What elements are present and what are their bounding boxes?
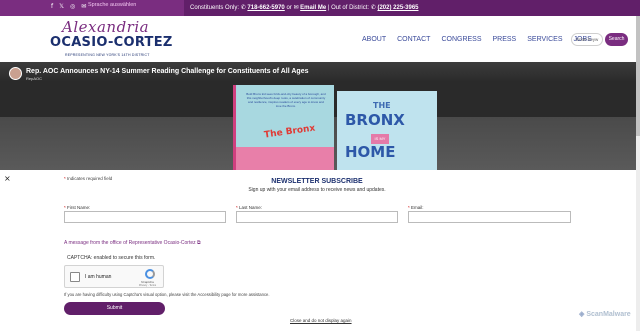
logo-tagline: REPRESENTING NEW YORK'S 14TH DISTRICT [65,53,150,57]
last-name-label-text: Last Name: [239,205,263,210]
search-input[interactable]: Enter keyw [571,33,603,46]
required-star: * [408,205,410,210]
video-channel-name[interactable]: RepAOC [26,76,42,81]
nav-services[interactable]: SERVICES [527,35,562,44]
language-selector[interactable]: Sprache auswählen [88,2,136,8]
first-name-field[interactable] [64,211,226,223]
watermark-text: ScanMalware [586,311,631,318]
email-label: * Email: [408,205,424,210]
nav-press[interactable]: PRESS [493,35,517,44]
hcaptcha-logo-icon [145,269,155,279]
scrollbar-thumb[interactable] [636,16,640,136]
book-cover-bronx-is-my-home: THE BRONX IS MY HOME [337,91,437,170]
logo-name[interactable]: OCASIO-CORTEZ [50,36,173,50]
logo-script-name[interactable]: Alexandria [62,19,149,35]
mail-icon: ✉ [293,4,299,11]
instagram-icon[interactable]: ◎ [70,3,75,11]
last-name-field[interactable] [236,211,398,223]
x-icon[interactable]: 𝕏 [59,3,64,11]
phone-icon: ✆ [370,4,376,11]
video-player[interactable]: Rep. AOC Announces NY-14 Summer Reading … [0,62,636,170]
top-utility-bar: f 𝕏 ◎ ✉ Sprache auswählen Constituents O… [0,0,640,16]
newsletter-modal: × * Indicates required field NEWSLETTER … [0,170,640,331]
social-links: f 𝕏 ◎ ✉ [51,3,86,11]
scanmalware-watermark: ◈ ScanMalware [579,310,631,319]
accessibility-note: If you are having difficulty using Captc… [64,292,270,297]
required-star: * [236,205,238,210]
out-of-district-label: | Out of District: [327,5,370,11]
channel-avatar[interactable] [9,67,22,80]
nav-about[interactable]: ABOUT [362,35,386,44]
search-button[interactable]: Search [605,33,628,46]
captcha-note: CAPTCHA: enabled to secure this form. [67,255,156,261]
email-me-link[interactable]: Email Me [300,5,326,11]
video-title[interactable]: Rep. AOC Announces NY-14 Summer Reading … [26,67,309,76]
captcha-checkbox[interactable] [70,272,80,282]
or-text: or [286,5,292,11]
last-name-label: * Last Name: [236,205,262,210]
book-title-bronx: BRONX [345,111,405,129]
captcha-widget: I am human hCaptcha Privacy - Terms [64,265,164,288]
book-cover-skyline [236,147,334,170]
contact-info: Constituents Only: ✆ 718-662-5970 or ✉ E… [190,4,419,12]
book-cover-title: The Bronx [263,123,316,141]
office-message-link[interactable]: A message from the office of Representat… [64,240,201,246]
book-cover-blurb: Bold Bronx kid sees brick-and-city beaut… [246,92,326,108]
nav-congress[interactable]: CONGRESS [441,35,481,44]
book-cover-the-bronx: Bold Bronx kid sees brick-and-city beaut… [233,85,334,170]
phone-icon: ✆ [240,4,246,11]
book-title-home: HOME [345,143,396,161]
facebook-icon[interactable]: f [51,3,53,11]
external-link-icon: ⧉ [197,240,201,246]
newsletter-subtitle: Sign up with your email address to recei… [248,187,386,193]
site-header: Alexandria OCASIO-CORTEZ REPRESENTING NE… [0,16,636,62]
newsletter-title: NEWSLETTER SUBSCRIBE [271,178,363,185]
nav-contact[interactable]: CONTACT [397,35,430,44]
email-icon[interactable]: ✉ [81,3,86,11]
email-label-text: Email: [411,205,424,210]
office-message-text[interactable]: A message from the office of Representat… [64,240,196,246]
close-do-not-display-link[interactable]: Close and do not display again [290,318,352,323]
constituents-phone-link[interactable]: 718-662-5970 [247,5,284,11]
email-field[interactable] [408,211,571,223]
constituents-label: Constituents Only: [190,5,240,11]
shield-icon: ◈ [579,311,585,318]
district-phone-link[interactable]: (202) 225-3965 [377,5,418,11]
first-name-label: * First Name: [64,205,90,210]
captcha-label: I am human [85,274,112,280]
required-star: * [64,205,66,210]
submit-button[interactable]: Submit [64,302,165,315]
page: f 𝕏 ◎ ✉ Sprache auswählen Constituents O… [0,0,640,331]
main-nav: ABOUT CONTACT CONGRESS PRESS SERVICES JO… [362,35,592,44]
book-title-the: THE [373,101,391,110]
captcha-terms-link[interactable]: Privacy - Terms [139,284,156,287]
first-name-label-text: First Name: [67,205,91,210]
